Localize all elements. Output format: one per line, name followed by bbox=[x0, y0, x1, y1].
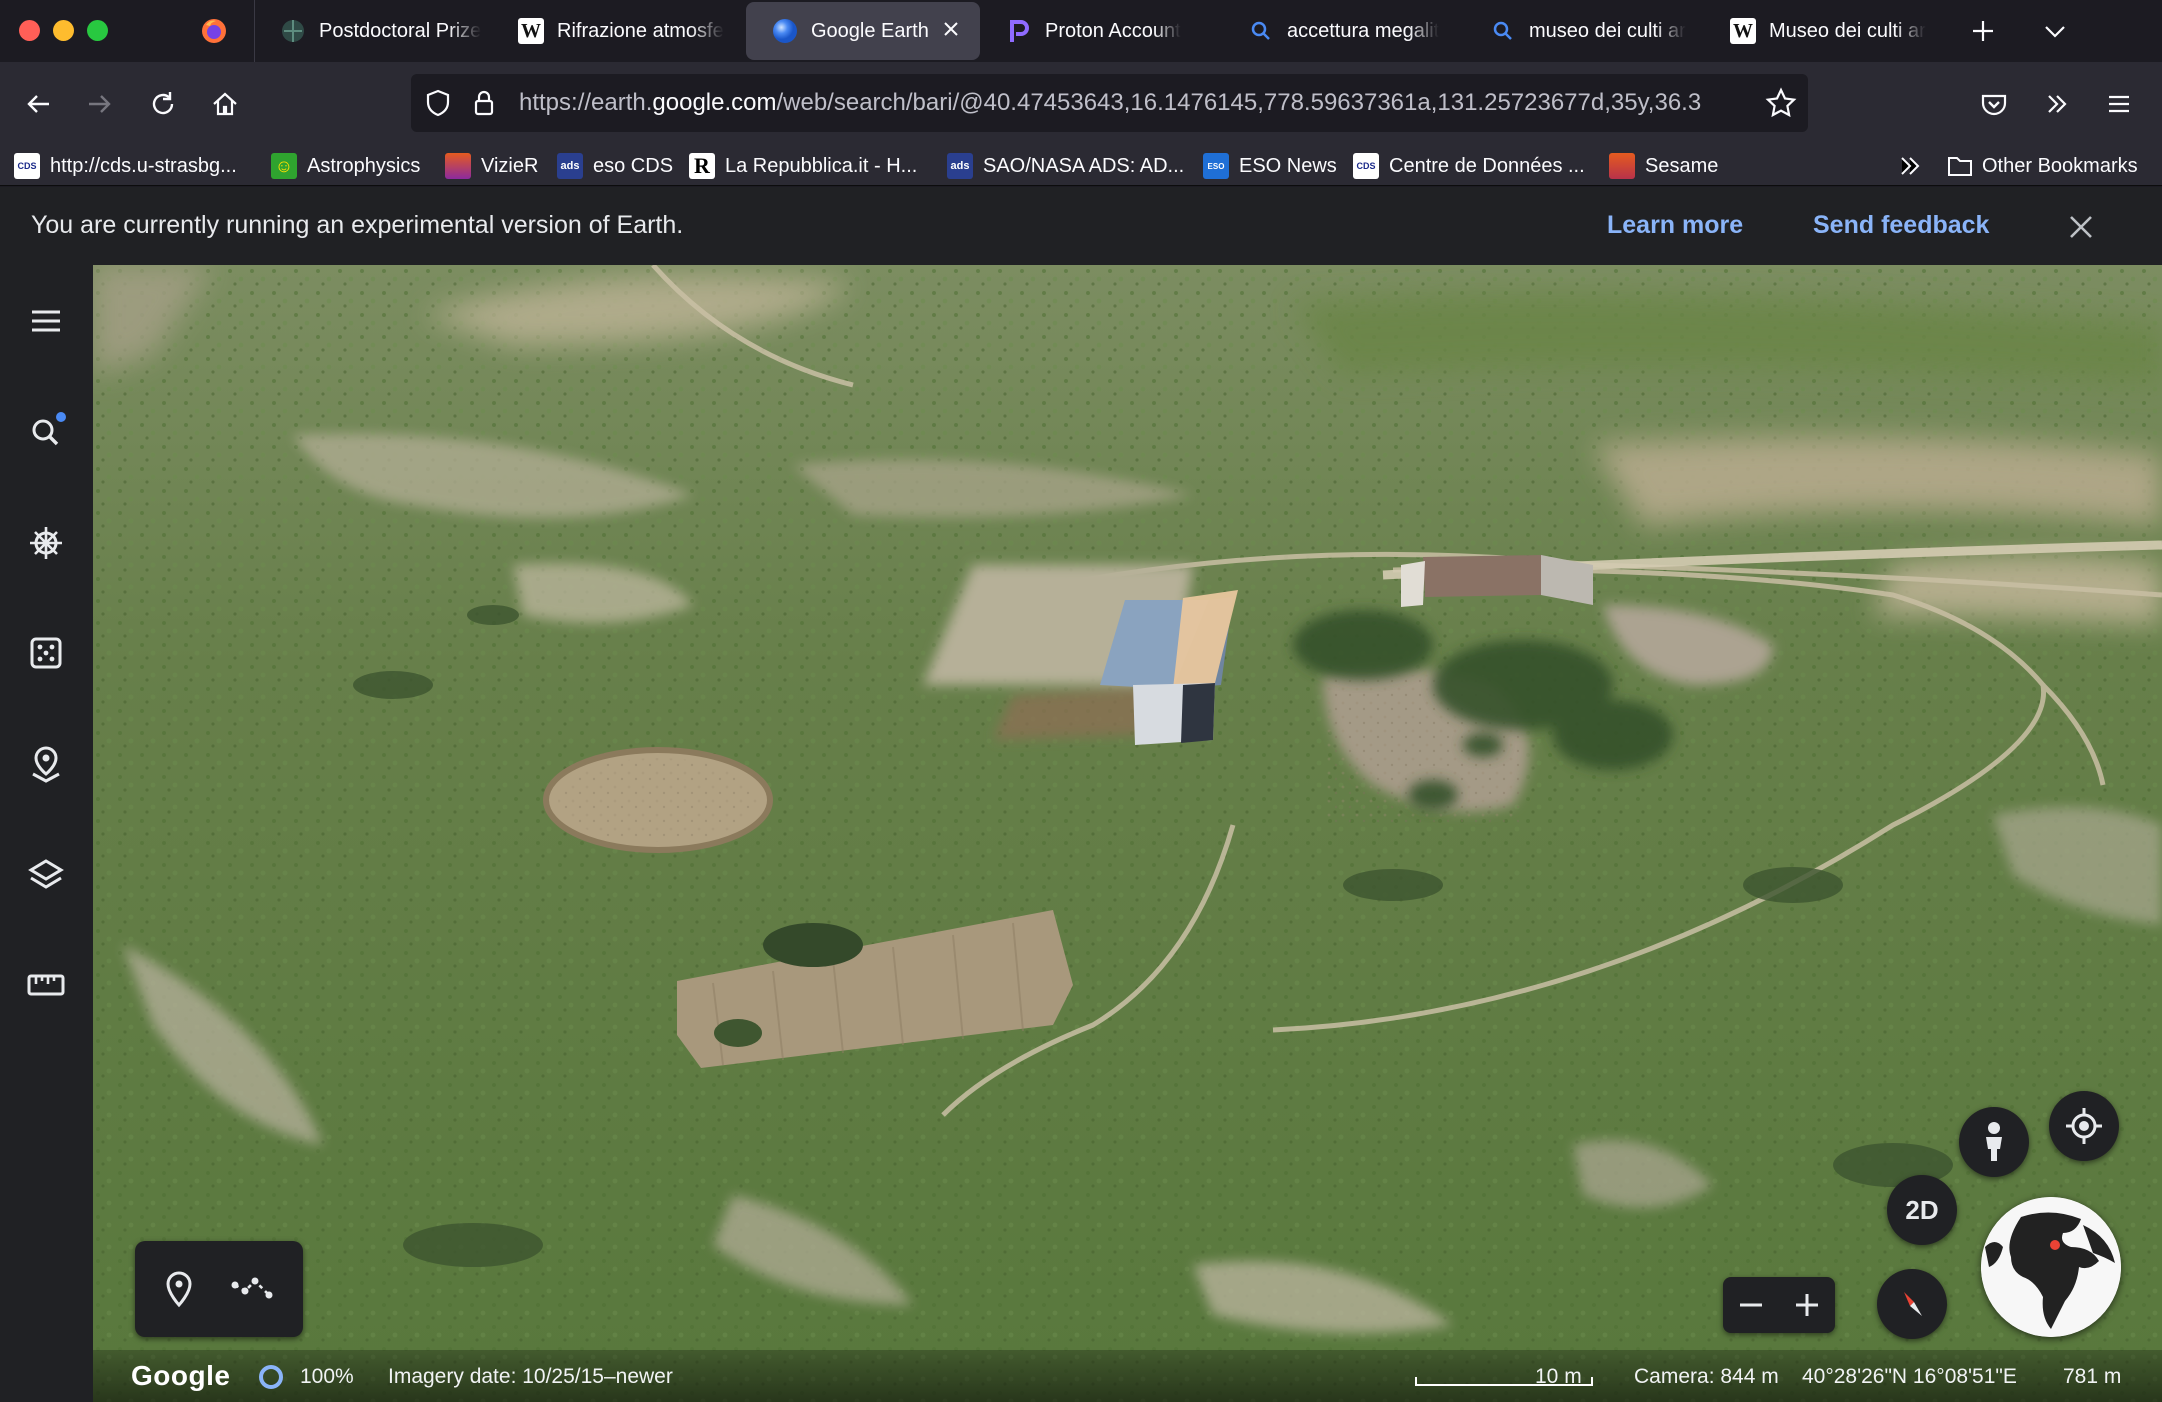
home-icon[interactable] bbox=[203, 82, 247, 126]
earth-sidebar bbox=[0, 265, 93, 1402]
cds-icon: CDS bbox=[1353, 153, 1379, 179]
zoom-out-icon[interactable] bbox=[1723, 1277, 1779, 1333]
bookmark-repubblica[interactable]: R La Repubblica.it - H... bbox=[689, 150, 917, 182]
wikipedia-icon: W bbox=[1730, 18, 1756, 44]
coordinates: 40°28'26"N 16°08'51"E bbox=[1802, 1365, 2017, 1388]
projects-icon[interactable] bbox=[20, 738, 72, 790]
bookmark-cds-centre[interactable]: CDS Centre de Données ... bbox=[1353, 150, 1585, 182]
zoom-controls bbox=[1723, 1277, 1835, 1333]
ads-icon: ads bbox=[947, 153, 973, 179]
bookmark-eso-news[interactable]: ESO ESO News bbox=[1203, 150, 1337, 182]
map-style-layers-icon[interactable] bbox=[20, 849, 72, 901]
search-icon bbox=[1248, 18, 1274, 44]
bookmark-sesame[interactable]: Sesame bbox=[1609, 150, 1718, 182]
globe-dark-icon bbox=[280, 18, 306, 44]
folder-icon bbox=[1946, 153, 1974, 179]
eso-icon: ESO bbox=[1203, 153, 1229, 179]
tab-accettura[interactable]: accettura megalit bbox=[1222, 0, 1462, 62]
my-location-icon[interactable] bbox=[2049, 1091, 2119, 1161]
add-placemark-icon[interactable] bbox=[161, 1269, 197, 1314]
other-bookmarks[interactable]: Other Bookmarks bbox=[1946, 150, 2138, 182]
earth-map-viewport[interactable]: 2D Google 100% Imagery date: 10/25/15–ne… bbox=[93, 265, 2162, 1402]
extensions-overflow-icon[interactable] bbox=[2035, 82, 2079, 126]
sesame-icon bbox=[1609, 153, 1635, 179]
bookmark-star-icon[interactable] bbox=[1765, 87, 1797, 124]
reload-icon[interactable] bbox=[141, 82, 185, 126]
drawing-tools-panel bbox=[135, 1241, 303, 1337]
earth-icon bbox=[772, 18, 798, 44]
proton-icon bbox=[1006, 18, 1032, 44]
tab-museo-search[interactable]: museo dei culti ar bbox=[1464, 0, 1704, 62]
voyager-icon[interactable] bbox=[20, 517, 72, 569]
measure-ruler-icon[interactable] bbox=[20, 959, 72, 1011]
close-notice-icon[interactable] bbox=[2066, 212, 2096, 247]
window-minimize-button[interactable] bbox=[53, 20, 74, 41]
menu-icon[interactable] bbox=[20, 295, 72, 347]
smiley-icon: ☺ bbox=[271, 153, 297, 179]
app-menu-icon[interactable] bbox=[2097, 82, 2141, 126]
window-maximize-button[interactable] bbox=[87, 20, 108, 41]
tab-title: Proton Account bbox=[1045, 19, 1181, 42]
status-bar: Google 100% Imagery date: 10/25/15–newer… bbox=[93, 1350, 2162, 1402]
vizier-icon bbox=[445, 153, 471, 179]
bookmark-astrophysics[interactable]: ☺ Astrophysics bbox=[271, 150, 420, 182]
tracking-protection-icon[interactable] bbox=[423, 88, 453, 123]
send-feedback-link[interactable]: Send feedback bbox=[1813, 211, 1989, 240]
tab-proton[interactable]: Proton Account bbox=[980, 0, 1220, 62]
tab-postdoctoral[interactable]: Postdoctoral Prize bbox=[254, 0, 490, 62]
navigation-toolbar: https://earth.google.com/web/search/bari… bbox=[0, 62, 2162, 146]
new-tab-icon[interactable] bbox=[1968, 16, 1998, 51]
tab-title: Google Earth bbox=[811, 19, 929, 42]
repubblica-icon: R bbox=[689, 153, 715, 179]
tab-title: Rifrazione atmosfe bbox=[557, 19, 724, 42]
tab-google-earth[interactable]: Google Earth bbox=[746, 2, 980, 60]
tab-title: accettura megalit bbox=[1287, 19, 1440, 42]
experimental-notice-bar: You are currently running an experimenta… bbox=[0, 187, 2162, 265]
load-percent: 100% bbox=[300, 1365, 354, 1388]
url-bar[interactable]: https://earth.google.com/web/search/bari… bbox=[411, 74, 1808, 132]
compass-icon[interactable] bbox=[1877, 1269, 1947, 1339]
search-icon bbox=[1490, 18, 1516, 44]
bookmark-ads[interactable]: ads SAO/NASA ADS: AD... bbox=[947, 150, 1184, 182]
back-icon[interactable] bbox=[16, 82, 60, 126]
tab-rifrazione[interactable]: W Rifrazione atmosfe bbox=[492, 0, 732, 62]
list-all-tabs-icon[interactable] bbox=[2040, 16, 2070, 51]
elevation: 781 m bbox=[2063, 1365, 2122, 1388]
bookmarks-toolbar: CDS http://cds.u-strasbg... ☺ Astrophysics… bbox=[0, 146, 2162, 186]
lock-icon[interactable] bbox=[469, 88, 499, 123]
feeling-lucky-dice-icon[interactable] bbox=[20, 627, 72, 679]
close-tab-icon[interactable] bbox=[940, 18, 962, 40]
tab-title: Postdoctoral Prize bbox=[319, 19, 482, 42]
toggle-2d-button[interactable]: 2D bbox=[1887, 1175, 1957, 1245]
url-text[interactable]: https://earth.google.com/web/search/bari… bbox=[519, 89, 1749, 117]
bookmark-eso-cds[interactable]: ads eso CDS bbox=[557, 150, 673, 182]
imagery-date[interactable]: Imagery date: 10/25/15–newer bbox=[388, 1365, 673, 1389]
google-logo: Google bbox=[131, 1360, 231, 1391]
bookmarks-overflow-icon[interactable] bbox=[1896, 152, 1924, 185]
street-view-pegman-icon[interactable] bbox=[1959, 1107, 2029, 1177]
zoom-in-icon[interactable] bbox=[1779, 1277, 1835, 1333]
pocket-icon[interactable] bbox=[1972, 82, 2016, 126]
tab-title: museo dei culti ar bbox=[1529, 19, 1686, 42]
tab-strip: Postdoctoral Prize W Rifrazione atmosfe … bbox=[0, 0, 2162, 62]
ads-icon: ads bbox=[557, 153, 583, 179]
cds-icon: CDS bbox=[14, 153, 40, 179]
search-icon[interactable] bbox=[20, 405, 72, 457]
window-close-button[interactable] bbox=[19, 20, 40, 41]
tab-museo-wiki[interactable]: W Museo dei culti ar bbox=[1704, 0, 1944, 62]
satellite-imagery[interactable] bbox=[93, 265, 2162, 1402]
loading-ring-icon bbox=[256, 1362, 286, 1398]
wikipedia-icon: W bbox=[518, 18, 544, 44]
firefox-view-icon[interactable] bbox=[200, 17, 228, 45]
learn-more-link[interactable]: Learn more bbox=[1607, 211, 1743, 240]
bookmark-vizier[interactable]: VizieR bbox=[445, 150, 538, 182]
notice-message: You are currently running an experimenta… bbox=[31, 211, 684, 239]
camera-altitude: Camera: 844 m bbox=[1634, 1365, 1779, 1388]
globe-minimap-icon[interactable] bbox=[1981, 1197, 2121, 1337]
scale-label: 10 m bbox=[1535, 1365, 1582, 1388]
draw-path-icon[interactable] bbox=[231, 1271, 277, 1312]
tab-title: Museo dei culti ar bbox=[1769, 19, 1926, 42]
bookmark-cds[interactable]: CDS http://cds.u-strasbg... bbox=[14, 150, 237, 182]
forward-icon[interactable] bbox=[78, 82, 122, 126]
